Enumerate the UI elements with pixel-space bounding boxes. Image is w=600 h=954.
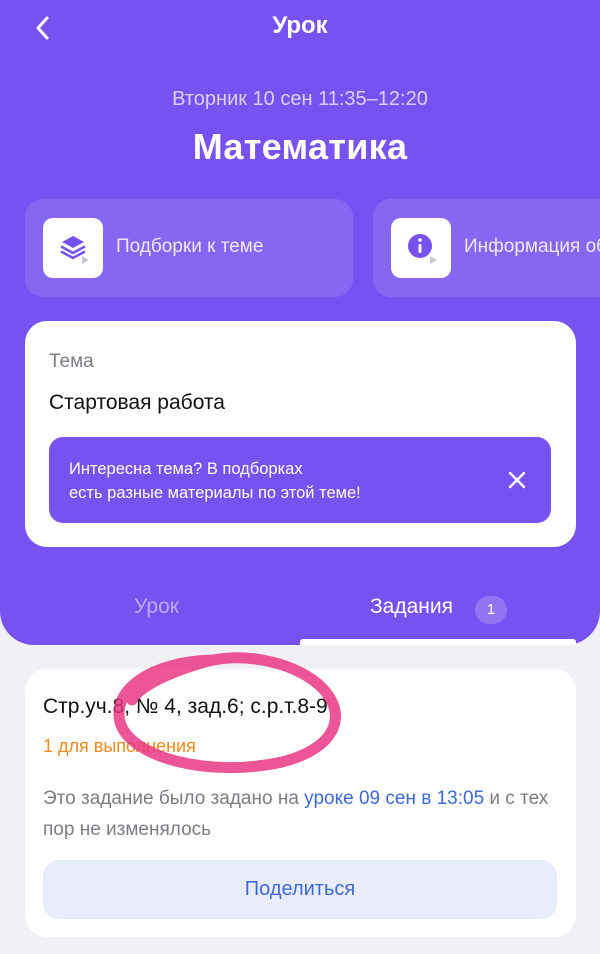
- active-tab-indicator: [300, 639, 576, 645]
- topic-label: Тема: [49, 351, 94, 372]
- task-origin-lesson-link[interactable]: уроке 09 сен в 13:05: [304, 788, 484, 809]
- lesson-subject: Математика: [192, 126, 408, 167]
- banner-line-2: есть разные материалы по этой теме!: [69, 484, 361, 502]
- topic-collections-card[interactable]: Подборки к теме: [25, 199, 353, 297]
- close-icon: [508, 471, 526, 489]
- task-info-prefix: Это задание было задано на: [43, 788, 305, 809]
- topic-value: Стартовая работа: [49, 391, 225, 414]
- layers-stack-icon: [43, 218, 103, 278]
- banner-line-1: Интересна тема? В подборках: [69, 460, 303, 478]
- lesson-info-label: Информация об: [464, 236, 600, 257]
- lesson-datetime: Вторник 10 сен 11:35–12:20: [172, 88, 428, 110]
- lesson-info-card[interactable]: Информация об: [373, 199, 600, 297]
- topic-card: Тема Стартовая работа Интересна тема? В …: [25, 321, 576, 547]
- task-title: Стр.уч.8, № 4, зад.6; с.р.т.8-9: [43, 695, 328, 718]
- lesson-screen: Урок Вторник 10 сен 11:35–12:20 Математи…: [0, 0, 600, 954]
- tasks-count-badge: 1: [475, 596, 507, 624]
- banner-text: Интересна тема? В подборках есть разные …: [69, 457, 361, 505]
- tab-lesson[interactable]: Урок: [134, 595, 179, 635]
- task-card: Стр.уч.8, № 4, зад.6; с.р.т.8-9 1 для вы…: [25, 669, 576, 937]
- topic-collections-label: Подборки к теме: [116, 236, 264, 257]
- info-icon: [391, 218, 451, 278]
- lesson-tabs: Урок Задания: [0, 585, 600, 645]
- task-status: 1 для выполнения: [43, 736, 196, 756]
- topic-collections-banner[interactable]: Интересна тема? В подборках есть разные …: [49, 437, 551, 523]
- nav-bar: Урок: [0, 0, 600, 54]
- task-info: Это задание было задано на уроке 09 сен …: [43, 783, 563, 845]
- banner-close-button[interactable]: [501, 464, 533, 496]
- share-button[interactable]: Поделиться: [43, 860, 557, 919]
- nav-title: Урок: [272, 12, 328, 39]
- tab-tasks[interactable]: Задания: [370, 595, 453, 635]
